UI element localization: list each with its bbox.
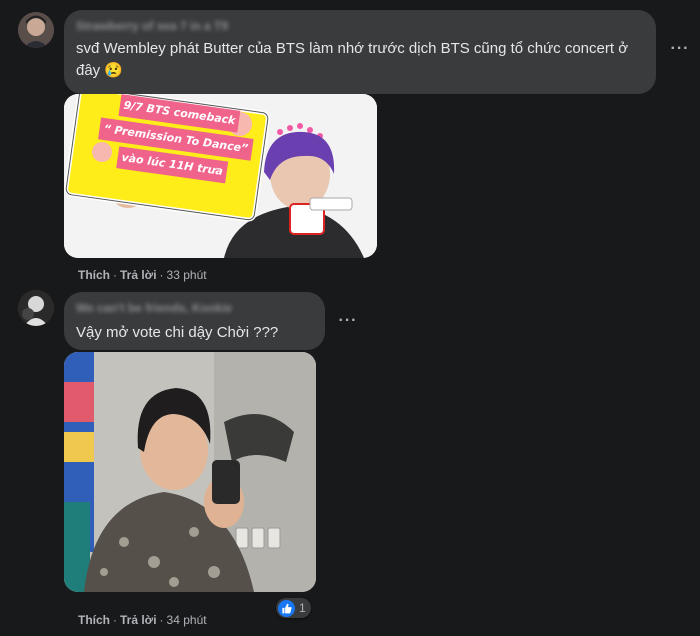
comment-2: We can't be friends, Kookie Vậy mở vote … xyxy=(0,290,700,636)
comment-actions: Thích · Trả lời · 33 phút xyxy=(78,268,207,282)
commenter-avatar[interactable] xyxy=(18,12,54,48)
comment-image[interactable]: 9/7 BTS comeback “ Premission To Dance” … xyxy=(64,94,377,258)
reaction-count: 1 xyxy=(299,601,306,615)
commenter-avatar[interactable] xyxy=(18,290,54,326)
comment-timestamp[interactable]: 34 phút xyxy=(167,613,207,627)
comment-text: Vậy mở vote chi dậy Chời ??? xyxy=(76,324,279,341)
more-options-icon[interactable]: ··· xyxy=(336,312,360,336)
comment-actions: Thích · Trả lời · 34 phút xyxy=(78,613,207,627)
reaction-summary[interactable]: 1 xyxy=(276,598,311,618)
comment-author[interactable]: We can't be friends, Kookie xyxy=(76,300,313,316)
like-button[interactable]: Thích xyxy=(78,268,110,282)
comment-bubble: Strawberry of sea 7 in a T9 svđ Wembley … xyxy=(64,10,656,94)
like-icon xyxy=(278,599,295,617)
comment-author[interactable]: Strawberry of sea 7 in a T9 xyxy=(76,18,644,34)
comment-timestamp[interactable]: 33 phút xyxy=(167,268,207,282)
more-options-icon[interactable]: ··· xyxy=(668,40,692,64)
comment-1: Strawberry of sea 7 in a T9 svđ Wembley … xyxy=(0,0,700,290)
comment-image[interactable] xyxy=(64,352,316,592)
reply-button[interactable]: Trả lời xyxy=(120,268,157,282)
comment-bubble: We can't be friends, Kookie Vậy mở vote … xyxy=(64,292,325,350)
like-button[interactable]: Thích xyxy=(78,613,110,627)
comment-text: svđ Wembley phát Butter của BTS làm nhớ … xyxy=(76,40,629,79)
reply-button[interactable]: Trả lời xyxy=(120,613,157,627)
